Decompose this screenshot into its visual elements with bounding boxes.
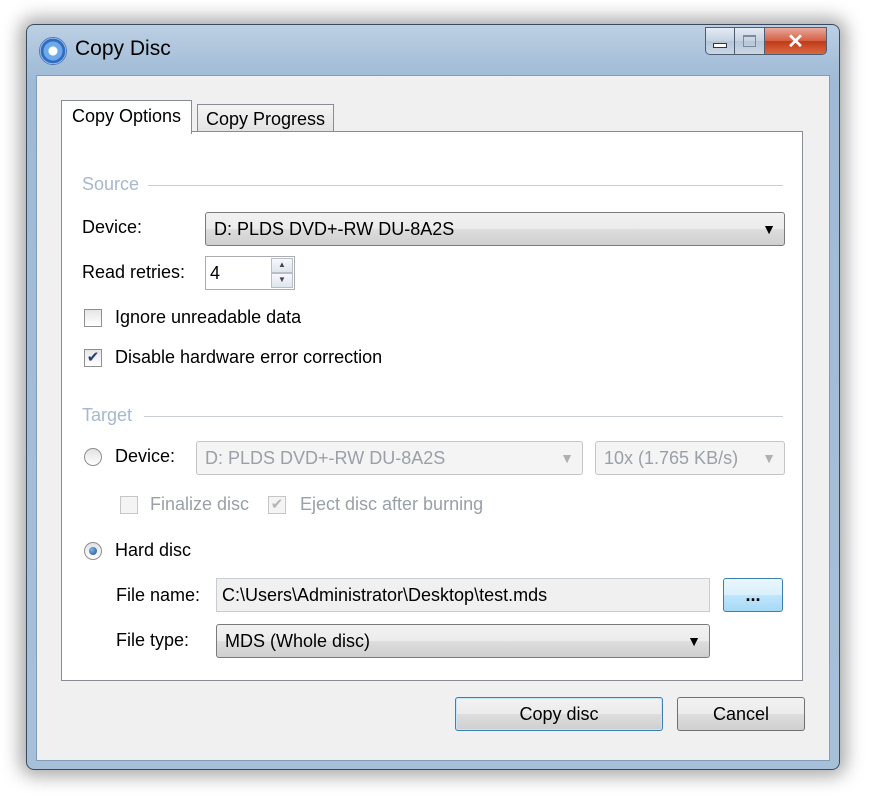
cancel-button[interactable]: Cancel bbox=[677, 697, 805, 731]
copy-options-page: Source Device: D: PLDS DVD+-RW DU-8A2S ▼… bbox=[61, 131, 803, 681]
checkmark-icon: ✔ bbox=[270, 496, 284, 513]
file-type-value: MDS (Whole disc) bbox=[225, 631, 371, 651]
copy-disc-window: Copy Disc ✕ Copy Options Copy Progress S… bbox=[26, 24, 840, 770]
hard-disc-label: Hard disc bbox=[115, 540, 192, 560]
file-type-label: File type: bbox=[116, 630, 190, 650]
chevron-down-icon: ▼ bbox=[560, 450, 574, 466]
ignore-unreadable-checkbox[interactable] bbox=[84, 309, 102, 327]
file-name-label: File name: bbox=[116, 585, 201, 605]
browse-button[interactable]: ... bbox=[723, 578, 783, 612]
read-retries-value: 4 bbox=[210, 263, 221, 283]
checkmark-icon: ✔ bbox=[86, 349, 100, 366]
target-group-divider bbox=[144, 416, 783, 417]
target-device-label: Device: bbox=[115, 446, 176, 466]
tab-copy-options[interactable]: Copy Options bbox=[61, 100, 193, 134]
caption-buttons: ✕ bbox=[705, 27, 827, 55]
file-name-input[interactable]: C:\Users\Administrator\Desktop\test.mds bbox=[216, 578, 710, 612]
chevron-down-icon: ▼ bbox=[762, 450, 776, 466]
stepper-down-icon[interactable]: ▼ bbox=[271, 273, 293, 288]
read-retries-label: Read retries: bbox=[82, 262, 186, 282]
disable-ecc-label: Disable hardware error correction bbox=[115, 347, 383, 367]
target-device-select[interactable]: D: PLDS DVD+-RW DU-8A2S ▼ bbox=[196, 441, 583, 475]
chevron-down-icon: ▼ bbox=[762, 221, 776, 237]
title-bar[interactable]: Copy Disc ✕ bbox=[27, 25, 839, 75]
close-icon: ✕ bbox=[787, 30, 804, 53]
minimize-icon bbox=[713, 42, 727, 48]
source-device-value: D: PLDS DVD+-RW DU-8A2S bbox=[214, 219, 455, 239]
read-retries-stepper[interactable]: 4 ▲ ▼ bbox=[205, 256, 295, 290]
copy-disc-button[interactable]: Copy disc bbox=[455, 697, 663, 731]
write-speed-select[interactable]: 10x (1.765 KB/s) ▼ bbox=[595, 441, 785, 475]
window-title: Copy Disc bbox=[75, 37, 171, 60]
maximize-icon bbox=[743, 35, 756, 47]
eject-disc-checkbox[interactable]: ✔ bbox=[268, 496, 286, 514]
target-device-value: D: PLDS DVD+-RW DU-8A2S bbox=[205, 448, 446, 468]
eject-disc-label: Eject disc after burning bbox=[300, 494, 484, 514]
stepper-up-icon[interactable]: ▲ bbox=[271, 258, 293, 273]
dialog-client-area: Copy Options Copy Progress Source Device… bbox=[36, 75, 830, 761]
source-device-label: Device: bbox=[82, 217, 143, 237]
close-button[interactable]: ✕ bbox=[765, 27, 827, 55]
tab-copy-progress[interactable]: Copy Progress bbox=[197, 104, 335, 132]
stepper-buttons: ▲ ▼ bbox=[271, 258, 293, 288]
source-group-label: Source bbox=[82, 174, 140, 194]
minimize-button[interactable] bbox=[705, 27, 735, 55]
file-type-select[interactable]: MDS (Whole disc) ▼ bbox=[216, 624, 710, 658]
target-group-label: Target bbox=[82, 405, 133, 425]
disc-copy-icon bbox=[39, 37, 67, 65]
finalize-disc-label: Finalize disc bbox=[150, 494, 250, 514]
hard-disc-radio[interactable] bbox=[84, 542, 102, 560]
maximize-button[interactable] bbox=[735, 27, 765, 55]
source-device-select[interactable]: D: PLDS DVD+-RW DU-8A2S ▼ bbox=[205, 212, 785, 246]
chevron-down-icon: ▼ bbox=[687, 633, 701, 649]
target-device-radio[interactable] bbox=[84, 448, 102, 466]
write-speed-value: 10x (1.765 KB/s) bbox=[604, 448, 739, 468]
source-group-divider bbox=[148, 185, 783, 186]
ignore-unreadable-label: Ignore unreadable data bbox=[115, 307, 302, 327]
disable-ecc-checkbox[interactable]: ✔ bbox=[84, 349, 102, 367]
finalize-disc-checkbox[interactable] bbox=[120, 496, 138, 514]
